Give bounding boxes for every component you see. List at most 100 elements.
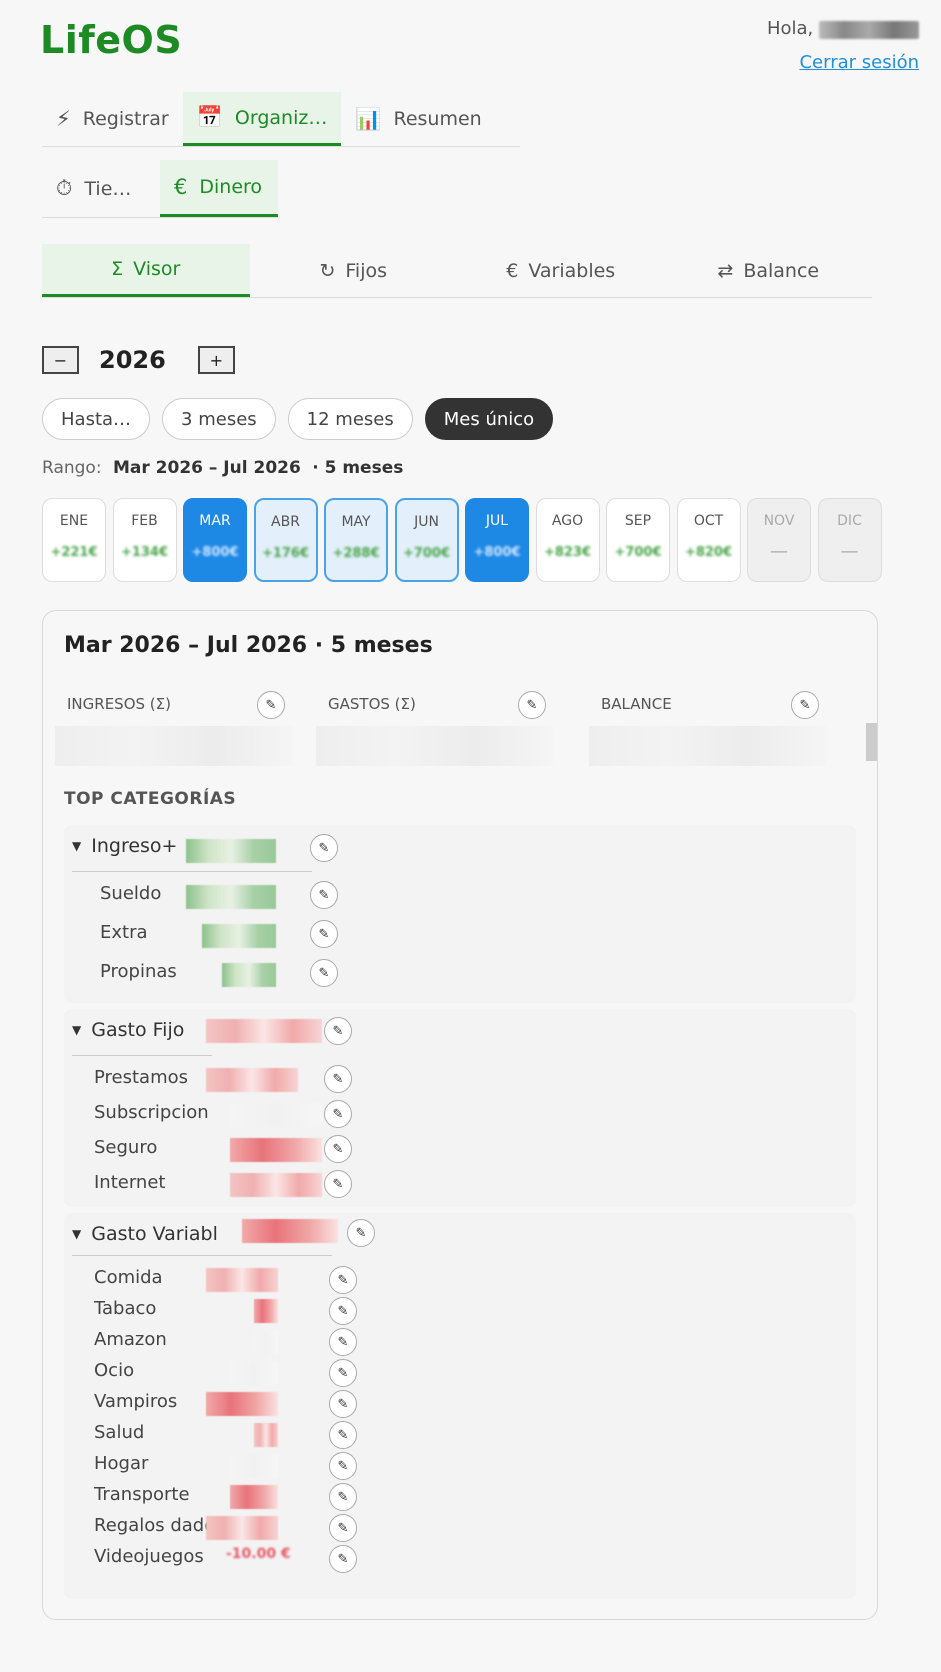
tab-visor[interactable]: Σ Visor [42,244,250,297]
month-card-jul[interactable]: JUL +800€ [465,498,529,582]
edit-icon[interactable]: ✎ [324,1065,352,1093]
username-blurred: pacomino [819,21,919,39]
range-12-months-button[interactable]: 12 meses [287,398,413,440]
month-name: JUL [485,513,509,529]
month-card-ene[interactable]: ENE +221€ [42,498,106,582]
divider [72,871,312,872]
logout-link[interactable]: Cerrar sesión [799,52,919,73]
month-value: +800€ [473,545,521,560]
range-options: Hasta… 3 meses 12 meses Mes único [42,398,554,440]
month-card-mar[interactable]: MAR +800€ [183,498,247,582]
greeting: Hola, pacomino [767,18,919,39]
sigma-icon: Σ [111,258,124,280]
month-value: +820€ [684,545,733,560]
range-hasta-button[interactable]: Hasta… [42,398,151,440]
edit-icon[interactable]: ✎ [329,1266,357,1294]
amount-blurred [206,1068,298,1092]
category-item: Propinas [100,961,177,982]
amount-blurred [206,1019,322,1043]
month-name: SEP [624,513,652,529]
month-card-sep[interactable]: SEP +700€ [606,498,670,582]
month-name: DIC [837,513,862,529]
euro-icon: € [506,259,519,282]
month-card-ago[interactable]: AGO +823€ [535,498,600,582]
tab-label: Balance [743,259,820,282]
edit-icon[interactable]: ✎ [310,881,338,909]
amount-blurred [230,1173,322,1197]
edit-icon[interactable]: ✎ [324,1170,352,1198]
month-strip: ENE +221€ FEB +134€ MAR +800€ ABR +176€ MAY +288€… [42,498,882,582]
group-header[interactable]: ▼ Gasto Fijo [72,1019,184,1041]
group-header[interactable]: ▼ Gasto Variabl [72,1223,218,1245]
tab-resumen[interactable]: 📊 Resumen [341,92,495,146]
month-card-oct[interactable]: OCT +820€ [676,498,741,582]
range-single-month-button[interactable]: Mes único [424,398,554,440]
edit-icon[interactable]: ✎ [324,1135,352,1163]
range-summary: Rango: Mar 2026 – Jul 2026 · 5 meses [42,458,403,478]
edit-icon[interactable]: ✎ [329,1514,357,1542]
edit-icon[interactable]: ✎ [310,834,338,862]
edit-icon[interactable]: ✎ [329,1452,357,1480]
amount-blurred [186,839,276,863]
edit-icon[interactable]: ✎ [329,1483,357,1511]
amount-blurred [230,1361,278,1385]
tab-dinero[interactable]: € Dinero [160,160,278,217]
tab-label: Organiz… [234,106,328,129]
range-3-months-button[interactable]: 3 meses [162,398,276,440]
tab-registrar[interactable]: ⚡ Registrar [42,92,183,146]
top-categories-title: TOP CATEGORÍAS [64,789,237,809]
month-value: +288€ [332,546,380,561]
group-name: Gasto Fijo [91,1019,185,1041]
amount-blurred [230,1485,278,1509]
edit-icon[interactable]: ✎ [347,1219,375,1247]
edit-icon[interactable]: ✎ [324,1100,352,1128]
month-card-jun[interactable]: JUN +700€ [394,498,459,582]
month-card-abr[interactable]: ABR +176€ [253,498,318,582]
sub-tabs: ⏱ Tie… € Dinero [42,160,278,218]
edit-icon[interactable]: ✎ [257,691,285,719]
stat-label: GASTOS (Σ) [328,695,416,713]
year-next-button[interactable]: + [197,346,235,374]
month-name: OCT [693,513,724,529]
tab-fijos[interactable]: ↻ Fijos [250,244,458,297]
category-group-gasto-variable: ▼ Gasto Variabl ✎ Comida ✎ Tabaco ✎ Amazon ✎ O… [64,1213,856,1599]
tab-organizar[interactable]: 📅 Organiz… [182,92,342,146]
month-card-may[interactable]: MAY +288€ [324,498,388,582]
stat-label: BALANCE [601,695,672,713]
edit-icon[interactable]: ✎ [310,920,338,948]
category-item: Seguro [94,1137,158,1158]
month-card-dic[interactable]: DIC — [817,498,882,582]
group-header[interactable]: ▼ Ingreso+ [72,835,177,857]
divider [72,1055,212,1056]
tab-tiempo[interactable]: ⏱ Tie… [42,160,160,217]
amount-blurred [254,1299,278,1323]
month-card-feb[interactable]: FEB +134€ [112,498,177,582]
tab-label: Tie… [84,177,132,200]
edit-icon[interactable]: ✎ [324,1017,352,1045]
month-card-nov[interactable]: NOV — [747,498,811,582]
edit-icon[interactable]: ✎ [329,1359,357,1387]
edit-icon[interactable]: ✎ [329,1545,357,1573]
edit-icon[interactable]: ✎ [329,1297,357,1325]
edit-icon[interactable]: ✎ [329,1390,357,1418]
tab-balance[interactable]: ⇄ Balance [665,244,873,297]
summary-panel: Mar 2026 – Jul 2026 · 5 meses INGRESOS (… [42,610,878,1620]
category-item: Prestamos [94,1067,189,1088]
range-label: Rango: [42,458,102,478]
edit-icon[interactable]: ✎ [518,691,546,719]
calendar-icon: 📅 [196,105,223,129]
month-value: +823€ [543,545,592,560]
edit-icon[interactable]: ✎ [329,1328,357,1356]
month-value: +134€ [120,545,169,560]
stat-gastos: GASTOS (Σ) ✎ [316,681,554,771]
edit-icon[interactable]: ✎ [310,959,338,987]
category-item: Vampiros [94,1391,178,1412]
year-prev-button[interactable]: − [42,346,79,374]
stats-scrollbar[interactable] [866,723,877,761]
tab-variables[interactable]: € Variables [457,244,665,297]
amount-blurred [206,1268,278,1292]
category-item: Hogar [94,1453,149,1474]
edit-icon[interactable]: ✎ [329,1421,357,1449]
collapse-triangle-icon: ▼ [72,1227,82,1241]
edit-icon[interactable]: ✎ [791,691,819,719]
